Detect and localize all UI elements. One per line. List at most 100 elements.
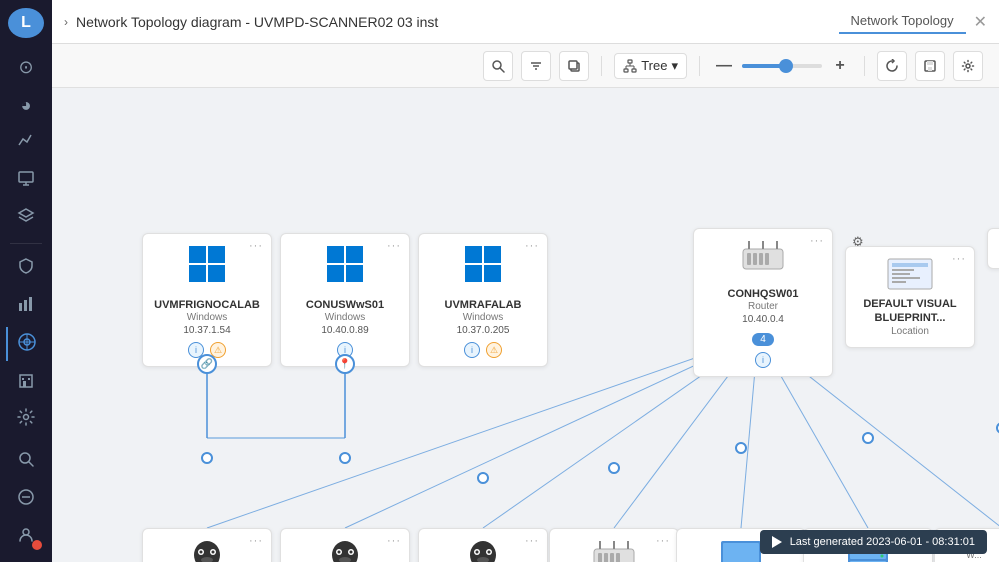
sidebar-item-search[interactable] [6,445,46,479]
windows-icon [153,244,261,294]
node-type-uvmfrignocalab: Windows [153,312,261,323]
network-topology-tab[interactable]: Network Topology [839,9,966,34]
sidebar-item-monitor[interactable] [6,164,46,198]
node-conhqsw01[interactable]: ··· CONHQSW01 Router 10.40.0.4 4 i [693,228,833,377]
filter-button[interactable] [521,51,551,81]
node-blueprint[interactable]: ··· DEFAULT VISUAL BLUEPRINT... Location [845,246,975,348]
topbar: › Network Topology diagram - UVMPD-SCANN… [52,0,999,44]
node-type-conuswws01: Windows [291,312,399,323]
warn-badge-2: ⚠ [486,342,502,358]
node-badges-conhqsw01: i [704,352,822,368]
monitor-icon [17,169,35,192]
node-menu-uvmfrignocalab[interactable]: ··· [249,240,263,252]
analytics-icon [17,295,35,318]
node-menu-linux1[interactable]: ··· [249,535,263,547]
toolbar: Tree ▾ — + [52,44,999,88]
sidebar-item-chart[interactable] [6,126,46,160]
sidebar-item-analytics[interactable] [6,290,46,324]
linux-icon-2 [291,539,399,562]
zoom-in-button[interactable]: + [828,54,852,78]
support-icon [17,488,35,511]
zoom-out-button[interactable]: — [712,54,736,78]
node-menu-conuswws01[interactable]: ··· [387,240,401,252]
node-conhqfw01[interactable]: ··· CONHQFw01.conto so.local Router 10.4… [549,528,679,562]
last-generated-bar: Last generated 2023-06-01 - 08:31:01 [760,530,987,554]
chart-icon [17,131,35,154]
settings-button[interactable] [953,51,983,81]
sidebar-item-building[interactable] [6,365,46,399]
node-name-conuswws01: CONUSWwS01 [291,298,399,312]
count-badge-conhqsw01: 4 [752,333,774,346]
node-menu-cybusrv02[interactable]: ··· [387,535,401,547]
node-ip-conuswws01: 10.40.0.89 [291,325,399,336]
user-notification-badge [32,540,42,550]
tree-dropdown[interactable]: Tree ▾ [614,53,687,79]
node-menu-conhqsw01[interactable]: ··· [810,235,824,247]
diagram-area: ··· UVMFRIGNOCALAB Windows 10.37.1.54 i … [52,88,999,562]
tree-label: Tree [641,58,667,73]
refresh-button[interactable] [877,51,907,81]
tree-chevron-icon: ▾ [671,58,678,74]
node-ip-conhqsw01: 10.40.0.4 [704,314,822,325]
linux-icon-1 [153,539,261,562]
play-icon [772,536,782,548]
node-name-uvmfrignocalab: UVMFRIGNOCALAB [153,298,261,312]
sidebar-item-user[interactable] [6,520,46,554]
page-title: Network Topology diagram - UVMPD-SCANNER… [76,14,831,30]
zoom-slider[interactable] [742,64,822,68]
sidebar-item-network[interactable] [6,327,46,361]
toolbar-separator-2 [699,56,700,76]
sidebar-item-dashboard[interactable]: ◕ [6,88,46,122]
node-name-conhqsw01: CONHQSW01 [704,287,822,301]
copy-button[interactable] [559,51,589,81]
node-uvmfrignocalab[interactable]: ··· UVMFRIGNOCALAB Windows 10.37.1.54 i … [142,233,272,367]
zoom-controls: — + [712,54,852,78]
node-linux1[interactable]: ··· 10.40.0.70 Linux 10.40.0.70 i ⚠ [142,528,272,562]
search-button[interactable] [483,51,513,81]
sidebar-divider-1 [10,243,42,244]
node-zorlwsg3[interactable]: ··· ZORLWS03.zorin.io cal Linux 10.40.0.… [418,528,548,562]
node-name-uvmrafalab: UVMRAFALAB [429,298,537,312]
router-icon [704,239,822,283]
shield-icon [17,257,35,280]
node-type-conhqsw01: Router [704,301,822,312]
zoom-slider-thumb [779,59,793,73]
blueprint-sub: Location [854,326,966,337]
last-generated-label: Last generated 2023-06-01 - 08:31:01 [790,536,975,548]
sidebar-logo[interactable]: L [8,8,44,38]
blueprint-name: DEFAULT VISUAL BLUEPRINT... [854,297,966,326]
sidebar-item-support[interactable] [6,482,46,516]
toolbar-separator-3 [864,56,865,76]
info-badge-3: i [464,342,480,358]
sidebar-item-layers[interactable] [6,201,46,235]
layers-icon [17,207,35,230]
info-badge-4: i [755,352,771,368]
save-button[interactable] [915,51,945,81]
node-menu-uvmrafalab[interactable]: ··· [525,240,539,252]
node-ip-uvmfrignocalab: 10.37.1.54 [153,325,261,336]
sidebar-item-settings[interactable] [6,403,46,437]
sidebar: L ⊙ ◕ [0,0,52,562]
dashboard-icon: ◕ [21,95,32,116]
link-badge-uvmfrignocalab: 🔗 [197,354,217,374]
close-button[interactable]: ✕ [974,12,987,32]
node-type-uvmrafalab: Windows [429,312,537,323]
sidebar-item-shield[interactable] [6,252,46,286]
node-cybusrv02[interactable]: ··· CYBUSRV02 Linux 10.40.1.38 i [280,528,410,562]
windows-icon-3 [429,244,537,294]
sidebar-item-home[interactable]: ⊙ [6,50,46,84]
home-icon: ⊙ [18,57,33,78]
building-icon [17,371,35,394]
node-ip-uvmrafalab: 10.37.0.205 [429,325,537,336]
node-uvmrafalab[interactable]: ··· UVMRAFALAB Windows 10.37.0.205 i ⚠ [418,233,548,367]
breadcrumb-chevron[interactable]: › [64,15,68,29]
search-icon [17,450,35,473]
node-menu-zorlwsg3[interactable]: ··· [525,535,539,547]
node-conuswws01[interactable]: ··· CONUSWwS01 Windows 10.40.0.89 i 📍 [280,233,410,367]
node-menu-conhqfw01[interactable]: ··· [656,535,670,547]
router-icon-2 [560,539,668,562]
node-partial-right: FAB W... [987,228,999,269]
network-icon [17,332,37,357]
location-badge-conuswws01: 📍 [335,354,355,374]
settings-icon [17,408,35,431]
